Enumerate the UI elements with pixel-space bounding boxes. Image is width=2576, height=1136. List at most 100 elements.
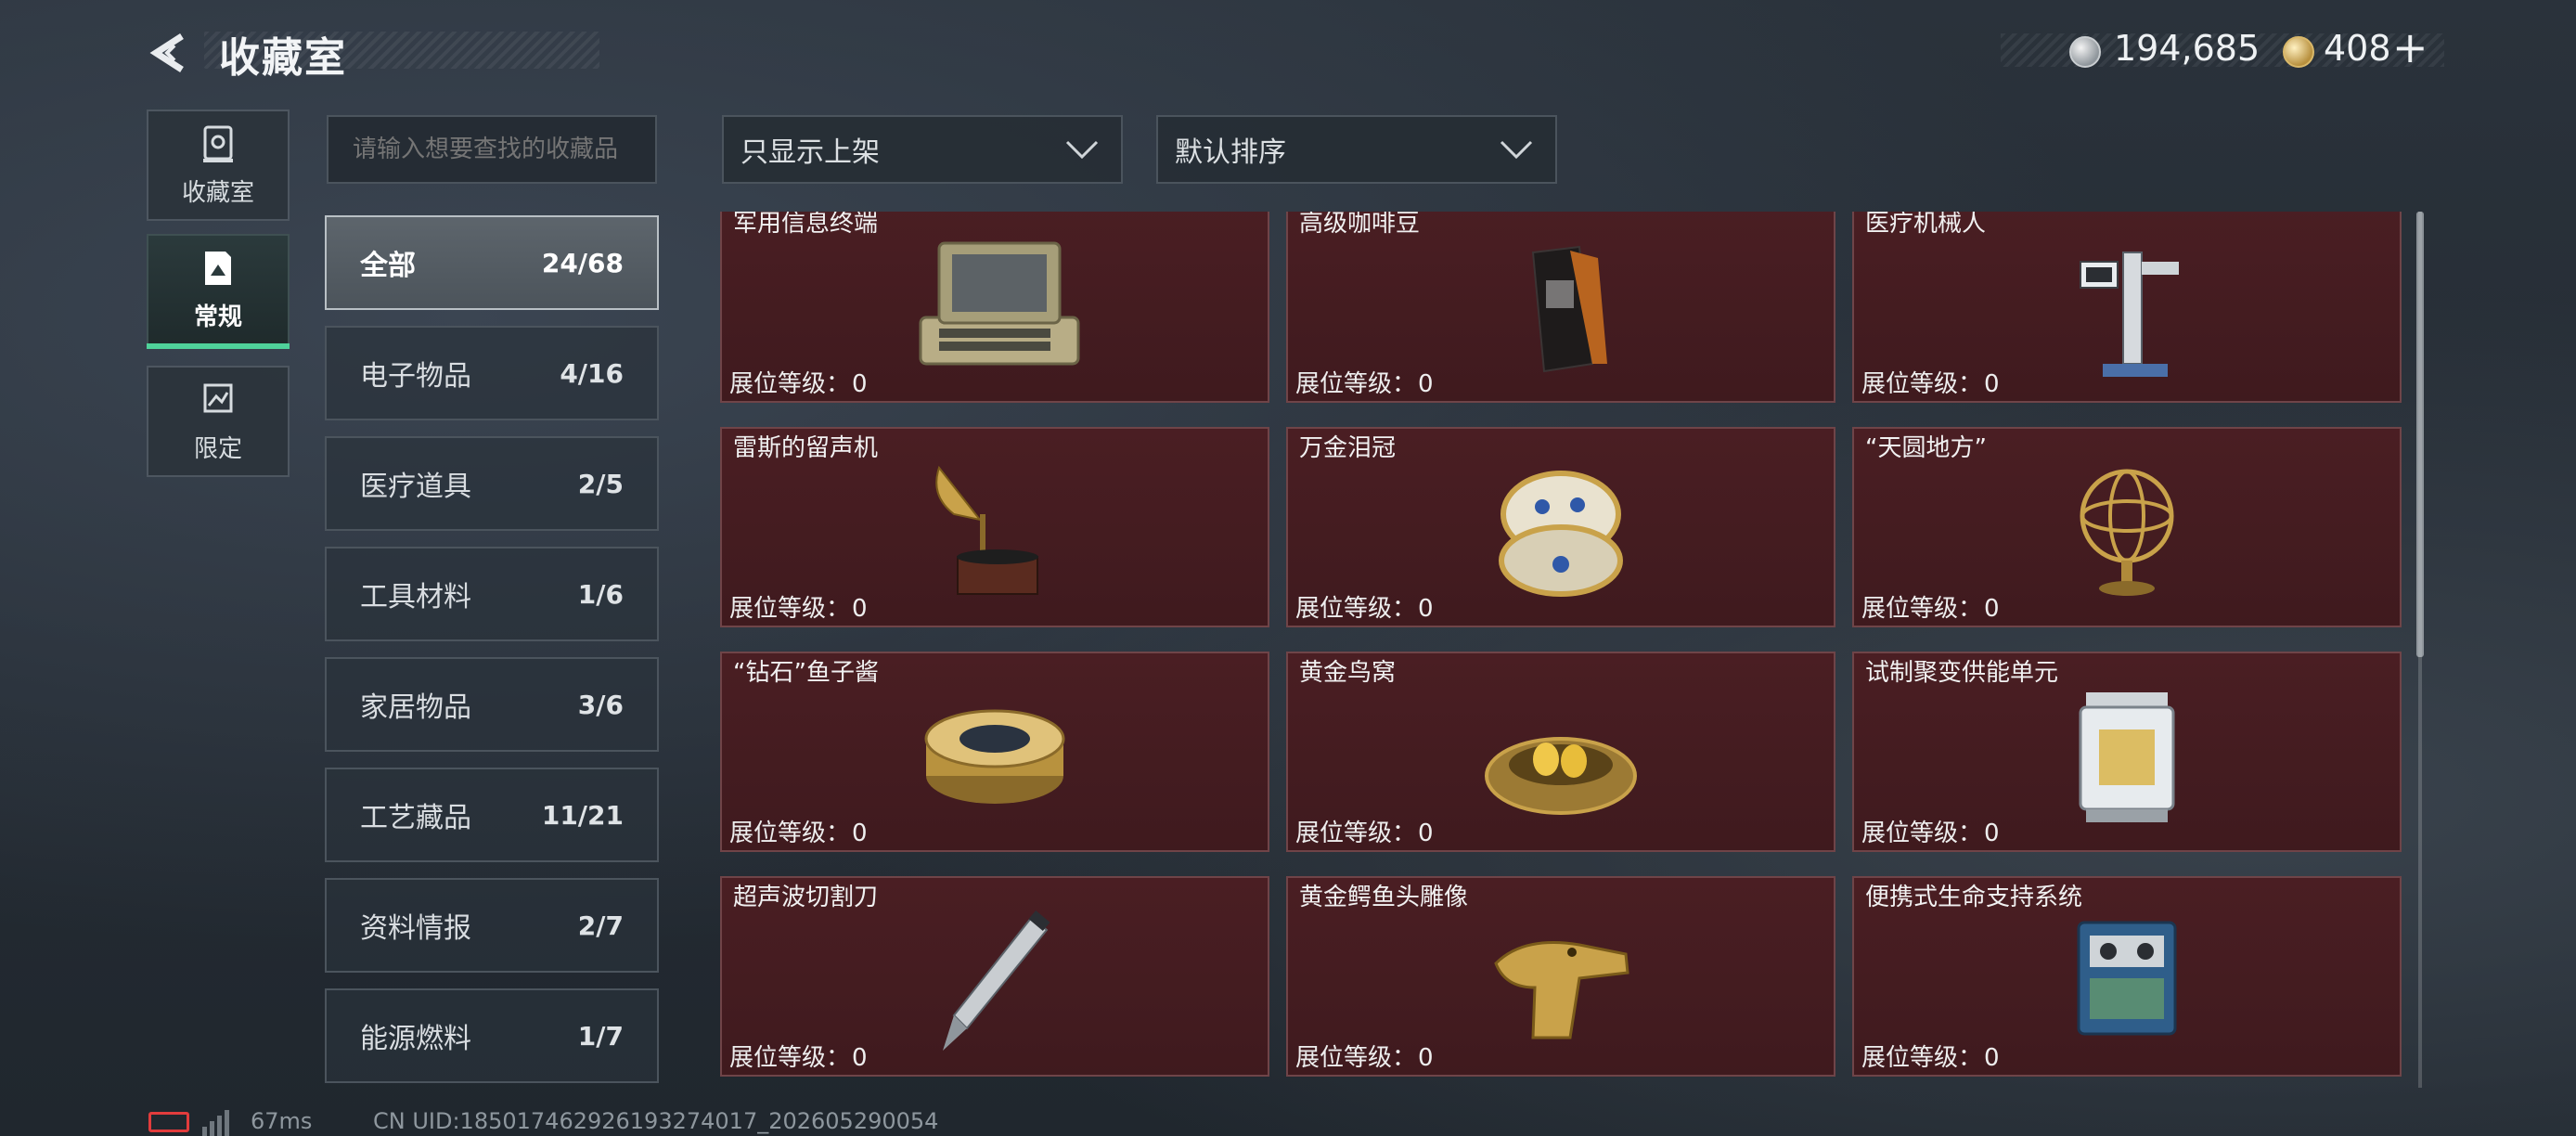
collection-card[interactable]: 试制聚变供能单元 展位等级：0 [1852, 652, 2402, 852]
booth-level: 展位等级：0 [729, 814, 868, 848]
booth-level-value: 0 [852, 820, 868, 847]
booth-level: 展位等级：0 [729, 365, 868, 399]
collection-card[interactable]: 高级咖啡豆 展位等级：0 [1286, 212, 1835, 403]
booth-level: 展位等级：0 [729, 589, 868, 624]
display-filter-dropdown[interactable]: 只显示上架 [722, 115, 1123, 184]
military-terminal-icon [919, 241, 1080, 366]
gramophone-icon [935, 465, 1038, 595]
nav-limited[interactable]: 限定 [147, 366, 290, 477]
category-count: 11/21 [541, 799, 624, 831]
category-crafts[interactable]: 工艺藏品 11/21 [325, 768, 659, 862]
booth-level-value: 0 [1418, 370, 1434, 398]
back-arrow-icon [149, 33, 184, 72]
category-all[interactable]: 全部 24/68 [325, 215, 659, 310]
item-name: 雷斯的留声机 [733, 434, 879, 462]
ultrasonic-knife-icon [943, 910, 1050, 1051]
chevron-down-icon [1065, 140, 1099, 160]
booth-level-value: 0 [1984, 1044, 2000, 1072]
booth-level: 展位等级：0 [729, 1039, 868, 1073]
booth-level-label: 展位等级： [1295, 820, 1417, 847]
player-uid: CN UID:185017462926193274017_20260529005… [373, 1108, 939, 1134]
category-count: 2/5 [577, 468, 624, 499]
booth-level-label: 展位等级： [1861, 820, 1983, 847]
booth-level-value: 0 [1984, 370, 2000, 398]
category-household[interactable]: 家居物品 3/6 [325, 657, 659, 752]
booth-level-label: 展位等级： [729, 595, 851, 623]
collection-card[interactable]: “钻石”鱼子酱 展位等级：0 [720, 652, 1269, 852]
category-count: 24/68 [541, 247, 624, 278]
booth-level-label: 展位等级： [729, 820, 851, 847]
ping-value: 67ms [251, 1108, 313, 1134]
booth-level-value: 0 [1418, 820, 1434, 847]
collection-search-input[interactable] [327, 115, 657, 184]
add-currency-button[interactable]: + [2392, 22, 2428, 72]
booth-level: 展位等级：0 [1861, 365, 2000, 399]
item-name: 军用信息终端 [733, 212, 879, 238]
regular-collection-icon [205, 251, 231, 285]
booth-level-value: 0 [1418, 1044, 1434, 1072]
item-name: 黄金鳄鱼头雕像 [1299, 884, 1469, 911]
grid-scrollbar[interactable] [2416, 212, 2424, 657]
chevron-down-icon [1500, 140, 1533, 160]
collection-card[interactable]: 黄金鸟窝 展位等级：0 [1286, 652, 1835, 852]
booth-level-value: 0 [1984, 820, 2000, 847]
golden-crocodile-head-icon [1494, 941, 1629, 1039]
category-electronics[interactable]: 电子物品 4/16 [325, 326, 659, 420]
category-name: 资料情报 [360, 912, 471, 945]
booth-level: 展位等级：0 [1861, 814, 2000, 848]
category-tools[interactable]: 工具材料 1/6 [325, 547, 659, 641]
collection-card[interactable]: 超声波切割刀 展位等级：0 [720, 876, 1269, 1077]
gold-coin-icon [2283, 36, 2314, 68]
booth-level-label: 展位等级： [729, 1044, 851, 1072]
booth-level: 展位等级：0 [1861, 589, 2000, 624]
collection-card[interactable]: 便携式生命支持系统 展位等级：0 [1852, 876, 2402, 1077]
item-name: 超声波切割刀 [733, 884, 879, 911]
booth-level: 展位等级：0 [1295, 1039, 1434, 1073]
booth-level-value: 0 [852, 595, 868, 623]
category-name: 家居物品 [360, 691, 471, 724]
nav-regular-label: 常规 [193, 303, 242, 331]
category-name: 工艺藏品 [360, 802, 471, 834]
coffee-bag-icon [1531, 245, 1607, 373]
category-count: 3/6 [577, 689, 624, 720]
back-button[interactable] [147, 31, 191, 75]
nav-active-indicator [147, 343, 290, 349]
category-intel[interactable]: 资料情报 2/7 [325, 878, 659, 973]
category-name: 能源燃料 [360, 1023, 471, 1055]
category-energy[interactable]: 能源燃料 1/7 [325, 988, 659, 1083]
nav-vault[interactable]: 收藏室 [147, 110, 290, 221]
page-title: 收藏室 [219, 34, 347, 82]
sort-dropdown[interactable]: 默认排序 [1156, 115, 1557, 184]
nav-limited-label: 限定 [193, 434, 242, 463]
sort-value: 默认排序 [1175, 136, 1286, 169]
signal-icon [202, 1110, 229, 1136]
item-name: “天圆地方” [1865, 434, 1987, 462]
booth-level-value: 0 [852, 1044, 868, 1072]
category-name: 工具材料 [360, 581, 471, 613]
collection-card[interactable]: 雷斯的留声机 展位等级：0 [720, 427, 1269, 627]
currency-secondary-value: 408 [2324, 28, 2391, 69]
jeweled-egg-icon [1499, 471, 1623, 597]
collection-card[interactable]: 军用信息终端 展位等级：0 [720, 212, 1269, 403]
booth-level-value: 0 [852, 370, 868, 398]
booth-level-label: 展位等级： [729, 370, 851, 398]
category-count: 1/6 [577, 578, 624, 610]
category-medical[interactable]: 医疗道具 2/5 [325, 436, 659, 531]
category-name: 医疗道具 [360, 471, 471, 503]
collection-card[interactable]: 医疗机械人 展位等级：0 [1852, 212, 2402, 403]
collection-card[interactable]: 黄金鳄鱼头雕像 展位等级：0 [1286, 876, 1835, 1077]
item-name: “钻石”鱼子酱 [733, 659, 879, 687]
nav-regular[interactable]: 常规 [147, 234, 290, 345]
booth-level-label: 展位等级： [1295, 370, 1417, 398]
limited-collection-icon [203, 383, 233, 412]
category-count: 4/16 [560, 357, 624, 389]
armillary-sphere-icon [2080, 469, 2174, 596]
fusion-cell-icon [2079, 692, 2175, 822]
collection-card[interactable]: 万金泪冠 展位等级：0 [1286, 427, 1835, 627]
category-name: 全部 [360, 250, 416, 282]
battery-icon [148, 1112, 189, 1132]
collection-card[interactable]: “天圆地方” 展位等级：0 [1852, 427, 2402, 627]
item-name: 医疗机械人 [1865, 212, 1987, 238]
booth-level: 展位等级：0 [1295, 814, 1434, 848]
display-filter-value: 只显示上架 [741, 136, 880, 169]
